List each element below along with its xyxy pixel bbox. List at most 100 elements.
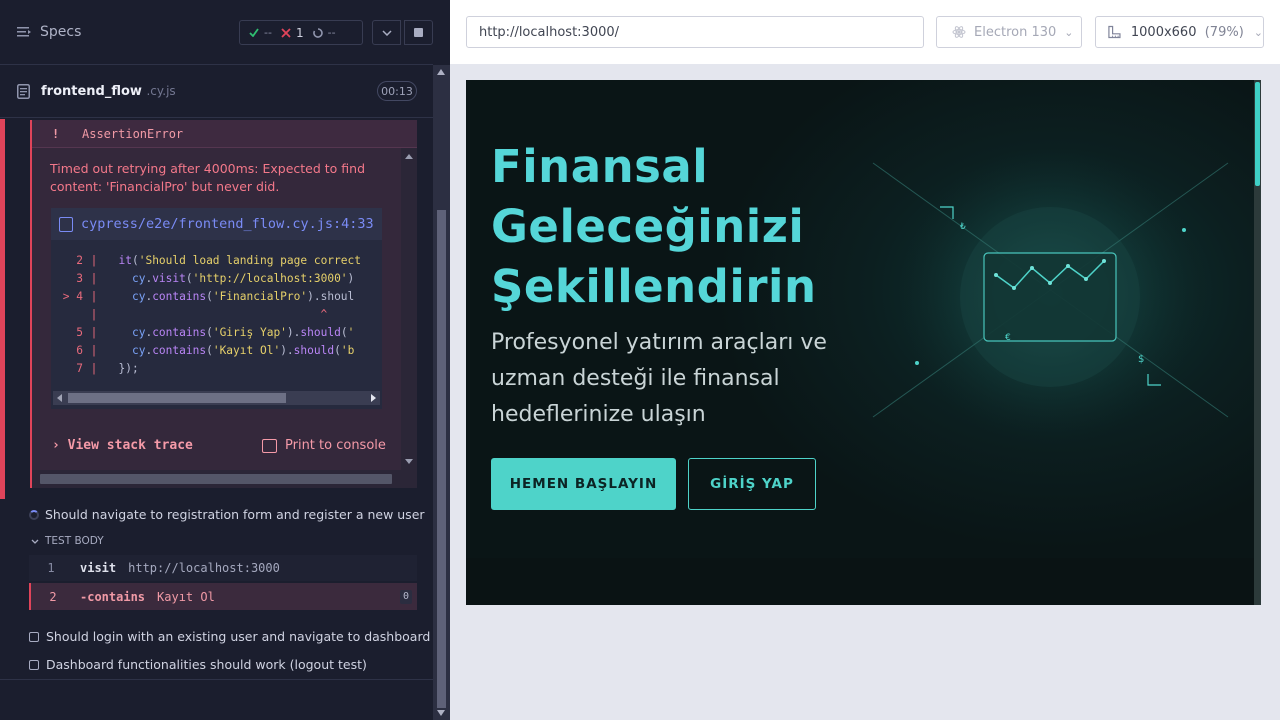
- code-source: cy.contains('Kayıt Ol').should('b: [131, 344, 355, 357]
- spec-duration-badge: 00:13: [377, 81, 417, 101]
- code-gutter: |: [90, 362, 98, 375]
- failed-count: 1: [295, 25, 304, 40]
- code-line: > 4 | cy.contains('FinancialPro').shoul: [51, 288, 382, 306]
- code-line-number: 5: [76, 326, 83, 339]
- code-line-number: 7: [76, 362, 83, 375]
- code-line: | ^: [51, 306, 382, 324]
- check-icon: [249, 28, 259, 37]
- aut-scrollbar[interactable]: [1254, 80, 1261, 605]
- view-stack-trace-button[interactable]: › View stack trace: [52, 438, 193, 453]
- hero-subtitle: Profesyonel yatırım araçları ve uzman de…: [491, 330, 827, 427]
- pending-test[interactable]: Dashboard functionalities should work (l…: [29, 657, 367, 672]
- test-body-toggle[interactable]: TEST BODY: [31, 535, 104, 547]
- scroll-up-arrow-icon[interactable]: [437, 69, 445, 75]
- error-message: Timed out retrying after 4000ms: Expecte…: [50, 161, 366, 194]
- login-button[interactable]: GİRİŞ YAP: [688, 458, 816, 510]
- scroll-thumb[interactable]: [40, 474, 392, 484]
- get-started-button[interactable]: HEMEN BAŞLAYIN: [491, 458, 676, 510]
- chevron-down-icon: [381, 29, 392, 36]
- code-gutter: |: [90, 254, 98, 267]
- scroll-down-arrow-icon[interactable]: [437, 710, 445, 716]
- scroll-thumb[interactable]: [1255, 82, 1260, 186]
- scroll-down-arrow-icon[interactable]: [405, 459, 413, 464]
- code-horizontal-scrollbar[interactable]: [53, 391, 380, 405]
- stat-passed: --: [249, 26, 272, 39]
- pending-test-title: Dashboard functionalities should work (l…: [46, 657, 367, 672]
- hero-title-line: Geleceğinizi: [491, 200, 805, 253]
- scroll-up-arrow-icon[interactable]: [405, 154, 413, 159]
- command-message: http://localhost:3000: [128, 561, 280, 575]
- code-gutter: |: [90, 326, 98, 339]
- print-to-console-button[interactable]: Print to console: [262, 438, 386, 453]
- chevron-down-icon: [31, 539, 39, 544]
- command-row[interactable]: 1 visit http://localhost:3000: [29, 555, 417, 581]
- pending-test[interactable]: Should login with an existing user and n…: [29, 629, 430, 644]
- code-line-number: 3: [76, 272, 83, 285]
- chevron-down-icon: ⌄: [1064, 25, 1074, 39]
- code-gutter: |: [90, 290, 98, 303]
- code-line: 6 | cy.contains('Kayıt Ol').should('b: [51, 342, 382, 360]
- code-frame-file-link[interactable]: cypress/e2e/frontend_flow.cy.js:4:33: [51, 208, 382, 240]
- spec-file-name: frontend_flow .cy.js: [41, 84, 176, 99]
- viewport-selector[interactable]: 1000x660 (79%) ⌄: [1095, 16, 1264, 48]
- browser-selector[interactable]: Electron 130 ⌄: [936, 16, 1082, 48]
- ruler-icon: [1108, 25, 1121, 39]
- file-icon: [59, 216, 73, 232]
- dot: [1182, 228, 1186, 232]
- command-number: 1: [47, 561, 55, 575]
- command-message: Kayıt Ol: [157, 589, 215, 604]
- error-bang-icon: !: [52, 127, 60, 141]
- print-to-console-label: Print to console: [285, 438, 386, 453]
- reporter-scrollbar[interactable]: [433, 65, 450, 720]
- running-test[interactable]: Should navigate to registration form and…: [29, 507, 425, 522]
- browser-label: Electron 130: [974, 24, 1057, 40]
- scroll-right-arrow-icon[interactable]: [371, 394, 376, 402]
- pending-square-icon: [29, 659, 39, 670]
- command-row-failed[interactable]: 2 -contains Kayıt Ol 0: [29, 583, 417, 610]
- failed-test-indicator: [0, 119, 5, 499]
- menu-list-icon[interactable]: [17, 25, 31, 39]
- stat-pending: --: [312, 26, 336, 39]
- electron-icon: [952, 26, 966, 38]
- spec-row[interactable]: frontend_flow .cy.js 00:13: [0, 66, 433, 118]
- terminal-icon: [262, 438, 277, 453]
- code-gutter: |: [90, 344, 98, 357]
- error-panel: ! AssertionError Timed out retrying afte…: [30, 120, 417, 488]
- stop-button[interactable]: [404, 20, 433, 45]
- command-name: -contains: [80, 589, 146, 604]
- code-line-number: [51, 306, 83, 324]
- command-name: visit: [80, 561, 117, 575]
- code-source: cy.contains('FinancialPro').shoul: [131, 290, 355, 303]
- hero-title-line: Finansal: [491, 140, 709, 193]
- divider: [0, 679, 433, 680]
- url-field[interactable]: http://localhost:3000/: [466, 16, 924, 48]
- circle-notch-icon: [312, 27, 323, 38]
- code-source: cy.contains('Giriş Yap').should(': [131, 326, 355, 339]
- code-line: 7 | });: [51, 360, 382, 378]
- aut-header: http://localhost:3000/ Electron 130 ⌄ 10…: [450, 0, 1280, 64]
- code-gutter: |: [90, 272, 98, 285]
- chart-card: [983, 252, 1117, 342]
- error-horizontal-scrollbar[interactable]: [32, 470, 417, 488]
- hero-title-line: Şekillendirin: [491, 260, 817, 313]
- code-source: });: [105, 362, 139, 375]
- hero-title: Finansal Geleceğinizi Şekillendirin: [491, 137, 911, 317]
- code-source: it('Should load landing page correct: [118, 254, 361, 267]
- passed-count: --: [264, 26, 272, 39]
- error-name: AssertionError: [82, 127, 184, 141]
- scroll-thumb[interactable]: [437, 210, 446, 708]
- view-stack-trace-label: View stack trace: [67, 438, 193, 453]
- viewport-scale: (79%): [1204, 24, 1244, 40]
- scroll-thumb[interactable]: [68, 393, 286, 403]
- code-line-number: 6: [76, 344, 83, 357]
- code-gutter: |: [90, 308, 98, 321]
- code-file-path[interactable]: cypress/e2e/frontend_flow.cy.js:4:33: [81, 216, 374, 232]
- error-header: ! AssertionError: [32, 120, 417, 148]
- specs-title[interactable]: Specs: [40, 24, 81, 40]
- expand-button[interactable]: [372, 20, 401, 45]
- code-frame: cypress/e2e/frontend_flow.cy.js:4:33 2 | …: [51, 208, 382, 409]
- error-vertical-scrollbar[interactable]: [401, 148, 417, 470]
- dollar-symbol: $: [1138, 354, 1144, 365]
- scroll-left-arrow-icon[interactable]: [57, 394, 62, 402]
- code-line: 2 | it('Should load landing page correct: [51, 252, 382, 270]
